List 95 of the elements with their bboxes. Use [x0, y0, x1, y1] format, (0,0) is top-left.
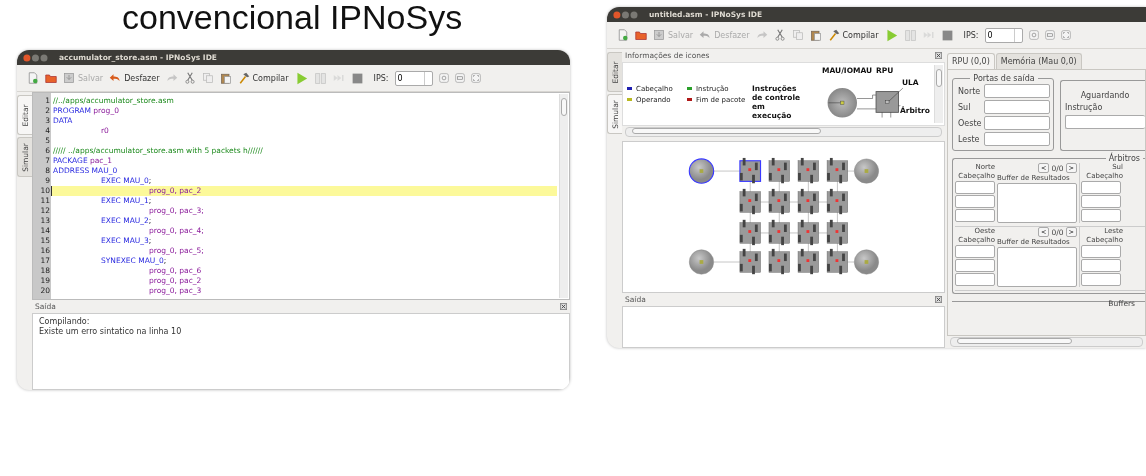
slide-title: convencional IPNoSys: [122, 0, 463, 34]
scrollbar[interactable]: [625, 127, 942, 137]
pause-icon[interactable]: [313, 71, 327, 85]
folder-icon[interactable]: [635, 29, 647, 41]
processing-unit-node[interactable]: [826, 157, 848, 184]
scissors-icon[interactable]: [183, 72, 196, 84]
memory-unit-node[interactable]: [854, 158, 879, 184]
port-label: Leste: [958, 134, 980, 144]
output-line: Existe um erro sintatico na linha 10: [39, 327, 183, 337]
waiting-title: Aguardando: [1079, 91, 1131, 100]
instruction-field[interactable]: [1065, 115, 1145, 129]
port-label: Sul: [958, 102, 971, 112]
scrollbar[interactable]: [950, 337, 1143, 347]
processing-unit-node[interactable]: [797, 188, 819, 215]
undo-button[interactable]: Desfazer: [109, 72, 160, 84]
paste-icon[interactable]: [219, 72, 232, 84]
fullscreen-icon[interactable]: [470, 73, 481, 83]
port-field[interactable]: [984, 84, 1050, 98]
processing-unit-node[interactable]: [797, 248, 819, 275]
pause-icon[interactable]: [903, 28, 917, 42]
processing-unit-node[interactable]: [826, 248, 848, 275]
hammer-icon: [237, 72, 250, 84]
processing-unit-node[interactable]: [739, 248, 761, 275]
header-field[interactable]: [1081, 245, 1121, 258]
memory-unit-node[interactable]: [688, 158, 715, 184]
close-icon[interactable]: [935, 52, 942, 59]
processing-unit-node[interactable]: [739, 157, 762, 184]
play-icon[interactable]: [294, 71, 308, 85]
close-icon[interactable]: [560, 303, 567, 310]
ips-label: IPS:: [963, 30, 979, 40]
copy-icon[interactable]: [201, 72, 214, 84]
ips-spinbox[interactable]: 0: [394, 70, 433, 86]
paste-icon[interactable]: [809, 29, 822, 41]
port-field[interactable]: [984, 100, 1050, 114]
memory-unit-node[interactable]: [854, 249, 879, 275]
play-icon[interactable]: [884, 28, 898, 42]
minimize-view-icon[interactable]: [454, 73, 465, 83]
ips-spinbox[interactable]: 0: [984, 27, 1023, 43]
processing-unit-node[interactable]: [768, 248, 790, 275]
reset-icon[interactable]: [1028, 30, 1039, 40]
processing-unit-node[interactable]: [826, 219, 848, 246]
new-document-icon[interactable]: [617, 29, 629, 41]
header-field[interactable]: [1081, 181, 1121, 194]
processing-unit-node[interactable]: [739, 219, 761, 246]
header-field[interactable]: [955, 209, 995, 222]
memory-unit-node[interactable]: [689, 249, 714, 275]
header-field[interactable]: [1081, 273, 1121, 286]
header-field[interactable]: [1081, 259, 1121, 272]
header-field[interactable]: [1081, 195, 1121, 208]
scrollbar[interactable]: [559, 94, 568, 298]
port-field[interactable]: [984, 132, 1050, 146]
undo-arrow-icon: [109, 72, 122, 84]
header-field[interactable]: [955, 181, 995, 194]
header-field[interactable]: [955, 245, 995, 258]
port-label: Norte: [958, 86, 981, 96]
save-icon: [653, 29, 665, 41]
output-line: Compilando:: [39, 317, 91, 327]
header-field[interactable]: [955, 273, 995, 286]
folder-icon[interactable]: [45, 72, 57, 84]
compile-button[interactable]: Compilar: [237, 72, 289, 84]
panel-tab[interactable]: Memória (Mau 0,0): [995, 53, 1082, 69]
new-document-icon[interactable]: [27, 72, 39, 84]
processing-unit-node[interactable]: [797, 219, 819, 246]
header-field[interactable]: [955, 195, 995, 208]
processing-unit-node[interactable]: [768, 188, 790, 215]
ips-label: IPS:: [373, 73, 389, 83]
hammer-icon: [827, 29, 840, 41]
header-field[interactable]: [1081, 209, 1121, 222]
panel-tab[interactable]: RPU (0,0): [947, 53, 995, 69]
compile-button[interactable]: Compilar: [827, 29, 879, 41]
processing-unit-node[interactable]: [768, 219, 790, 246]
stop-icon[interactable]: [940, 28, 954, 42]
group-title: Árbitros: [1107, 154, 1141, 163]
processing-unit-node[interactable]: [768, 157, 790, 184]
undo-arrow-icon: [699, 29, 712, 41]
reset-icon[interactable]: [438, 73, 449, 83]
result-buffer-field[interactable]: [997, 183, 1077, 223]
scissors-icon[interactable]: [773, 29, 786, 41]
fullscreen-icon[interactable]: [1060, 30, 1071, 40]
instruction-label: Instrução: [1065, 103, 1104, 112]
result-buffer-field[interactable]: [997, 247, 1077, 287]
copy-icon[interactable]: [791, 29, 804, 41]
port-field[interactable]: [984, 116, 1050, 130]
minimize-view-icon[interactable]: [1044, 30, 1055, 40]
header-field[interactable]: [955, 259, 995, 272]
scrollbar[interactable]: [934, 65, 943, 123]
processing-unit-node[interactable]: [826, 188, 848, 215]
group-title: Portas de saída: [972, 74, 1036, 83]
close-icon[interactable]: [935, 296, 942, 303]
stop-icon[interactable]: [350, 71, 364, 85]
processing-unit-node[interactable]: [797, 157, 819, 184]
processing-unit-node[interactable]: [739, 188, 761, 215]
save-icon: [63, 72, 75, 84]
code-editor[interactable]: [32, 92, 570, 300]
port-label: Oeste: [958, 118, 982, 128]
